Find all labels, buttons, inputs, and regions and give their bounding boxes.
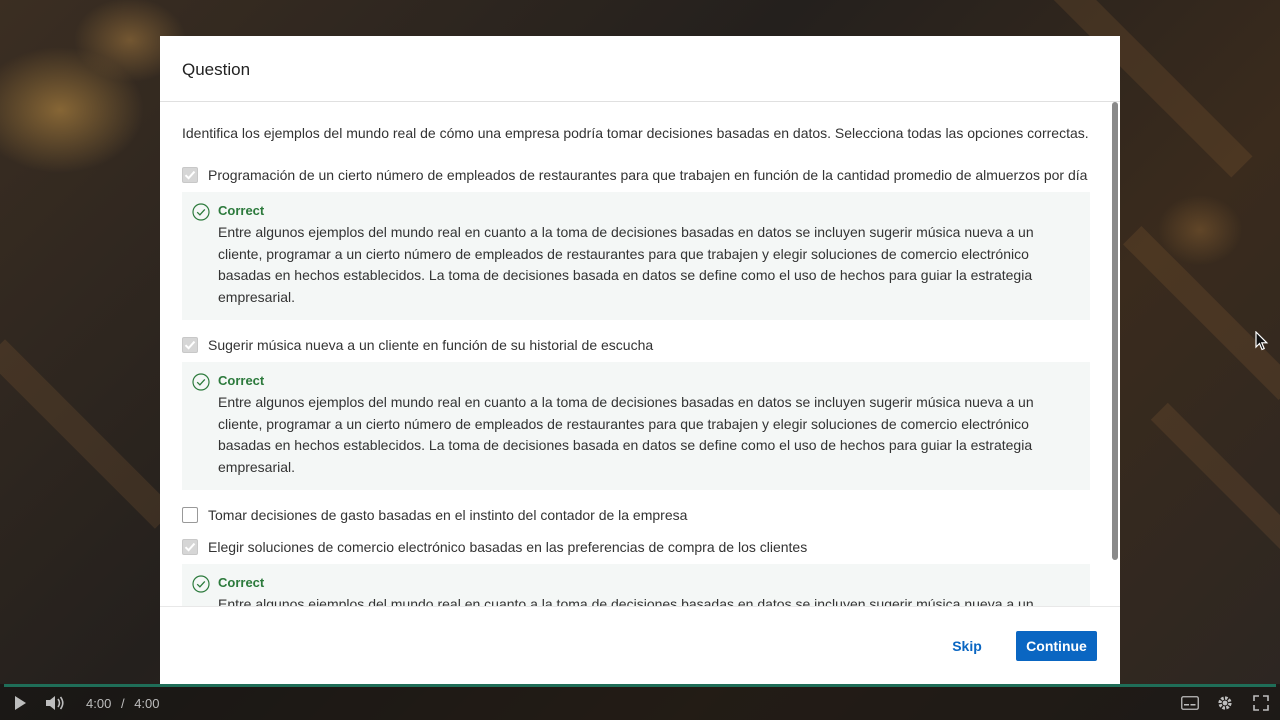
feedback-title: Correct (218, 575, 265, 590)
answer-option[interactable]: Elegir soluciones de comercio electrónic… (182, 538, 1090, 556)
settings-gear-icon[interactable] (1216, 694, 1234, 712)
modal-footer: Skip Continue (160, 606, 1120, 684)
continue-button[interactable]: Continue (1016, 631, 1097, 661)
video-player-controls: 4:00 / 4:00 (0, 684, 1280, 720)
captions-icon[interactable] (1181, 696, 1199, 710)
answer-option[interactable]: Tomar decisiones de gasto basadas en el … (182, 506, 1090, 524)
question-prompt: Identifica los ejemplos del mundo real d… (182, 125, 1089, 141)
feedback-box: Correct Entre algunos ejemplos del mundo… (182, 362, 1090, 490)
duration: 4:00 (134, 696, 160, 711)
checkbox-checked[interactable] (182, 337, 198, 353)
skip-button[interactable]: Skip (948, 631, 986, 661)
feedback-title: Correct (218, 373, 265, 388)
feedback-title: Correct (218, 203, 265, 218)
option-label: Sugerir música nueva a un cliente en fun… (208, 337, 654, 353)
feedback-box: Correct Entre algunos ejemplos del mundo… (182, 564, 1090, 606)
modal-body[interactable]: Identifica los ejemplos del mundo real d… (160, 102, 1120, 606)
check-circle-icon (192, 575, 210, 593)
checkbox-unchecked[interactable] (182, 507, 198, 523)
modal-header: Question (160, 36, 1120, 102)
feedback-text: Entre algunos ejemplos del mundo real en… (218, 596, 1034, 606)
check-icon (184, 340, 196, 350)
time-separator: / (120, 696, 125, 711)
feedback-box: Correct Entre algunos ejemplos del mundo… (182, 192, 1090, 320)
answer-option[interactable]: Programación de un cierto número de empl… (182, 166, 1090, 184)
fullscreen-icon[interactable] (1253, 695, 1269, 711)
option-label: Elegir soluciones de comercio electrónic… (208, 539, 808, 555)
check-icon (184, 170, 196, 180)
modal-title: Question (182, 60, 251, 79)
answer-option[interactable]: Sugerir música nueva a un cliente en fun… (182, 336, 1090, 354)
feedback-text: Entre algunos ejemplos del mundo real en… (218, 394, 1034, 475)
mouse-cursor-icon (1255, 331, 1269, 351)
scrollbar-thumb[interactable] (1112, 102, 1118, 560)
check-circle-icon (192, 203, 210, 221)
current-time: 4:00 (86, 696, 112, 711)
video-progress-bar[interactable] (4, 684, 1276, 687)
play-icon[interactable] (12, 695, 28, 711)
volume-icon[interactable] (45, 695, 65, 711)
checkbox-checked[interactable] (182, 167, 198, 183)
checkbox-checked[interactable] (182, 539, 198, 555)
option-label: Programación de un cierto número de empl… (208, 167, 1088, 183)
question-modal: Question Identifica los ejemplos del mun… (160, 36, 1120, 684)
scrollbar[interactable] (1112, 102, 1118, 596)
time-display: 4:00 / 4:00 (86, 696, 160, 711)
feedback-text: Entre algunos ejemplos del mundo real en… (218, 224, 1034, 305)
option-label: Tomar decisiones de gasto basadas en el … (208, 507, 688, 523)
check-icon (184, 542, 196, 552)
check-circle-icon (192, 373, 210, 391)
